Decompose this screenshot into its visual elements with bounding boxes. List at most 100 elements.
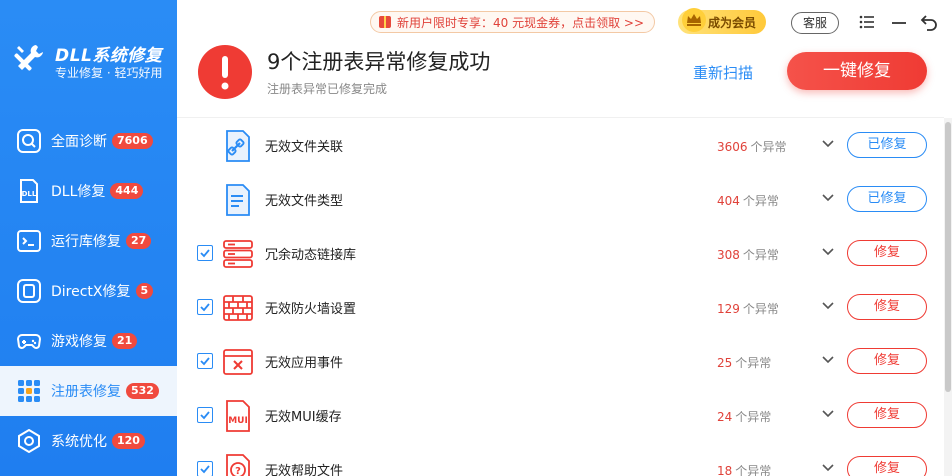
- list-scrollbar[interactable]: [944, 118, 952, 476]
- item-checkbox[interactable]: [197, 299, 213, 315]
- sidebar-item-full-diagnosis[interactable]: 全面诊断 7606: [0, 116, 177, 166]
- sidebar-item-system-optimize[interactable]: 系统优化 120: [0, 416, 177, 466]
- optimize-icon: [17, 429, 41, 453]
- count-badge: 5: [135, 283, 154, 299]
- count-unit: 个异常: [742, 248, 779, 262]
- sidebar-item-game-repair[interactable]: 游戏修复 21: [0, 316, 177, 366]
- app-slogan: 专业修复 · 轻巧好用: [55, 66, 163, 80]
- result-header: 9个注册表异常修复成功 注册表异常已修复完成 重新扫描 一键修复: [177, 44, 952, 116]
- sidebar-item-label: 系统优化: [51, 434, 107, 450]
- menu-icon[interactable]: [858, 13, 876, 31]
- brand: DLL系统修复 专业修复 · 轻巧好用: [12, 40, 177, 84]
- item-checkbox[interactable]: [197, 353, 213, 369]
- fixed-status-button[interactable]: 已修复: [847, 186, 927, 212]
- app-error-window-icon: [223, 349, 253, 375]
- count-value: 404: [717, 194, 740, 208]
- app-title: DLL系统修复: [55, 46, 163, 66]
- count-unit: 个异常: [742, 194, 779, 208]
- list-item: 无效防火墙设置 129 个异常 修复: [177, 280, 944, 334]
- one-click-fix-button[interactable]: 一键修复: [787, 52, 927, 90]
- issue-count: 25 个异常: [717, 354, 771, 371]
- chevron-down-icon[interactable]: [820, 136, 836, 152]
- minimize-icon[interactable]: [890, 13, 908, 31]
- vip-label: 成为会员: [708, 15, 757, 30]
- count-badge: 532: [126, 383, 159, 399]
- fix-button[interactable]: 修复: [847, 240, 927, 266]
- issue-list: 无效文件关联 3606 个异常 已修复 无效文件类型 404 个异常 已修复 冗余动…: [177, 117, 944, 476]
- scrollbar-thumb[interactable]: [945, 122, 951, 392]
- search-scan-icon: [17, 129, 41, 153]
- gamepad-icon: [17, 329, 41, 353]
- sidebar-nav: 全面诊断 7606 DLL DLL修复 444 运行库修复 27 DirectX…: [0, 116, 177, 466]
- sidebar-item-registry-repair[interactable]: 注册表修复 532: [0, 366, 177, 416]
- count-unit: 个异常: [735, 356, 772, 370]
- count-value: 25: [717, 356, 733, 370]
- runtime-icon: [17, 229, 41, 253]
- directx-icon: [17, 279, 41, 303]
- chevron-down-icon[interactable]: [820, 190, 836, 206]
- item-checkbox[interactable]: [197, 461, 213, 476]
- sidebar-item-runtime-repair[interactable]: 运行库修复 27: [0, 216, 177, 266]
- sidebar-item-label: 游戏修复: [51, 334, 107, 350]
- issue-count: 3606 个异常: [717, 138, 787, 155]
- list-item: 无效文件关联 3606 个异常 已修复: [177, 118, 944, 172]
- item-checkbox[interactable]: [197, 245, 213, 261]
- become-vip-button[interactable]: 成为会员: [678, 8, 767, 34]
- sidebar-item-label: 运行库修复: [51, 234, 121, 250]
- issue-count: 129 个异常: [717, 300, 779, 317]
- list-item: ? 无效帮助文件 18 个异常 修复: [177, 442, 944, 476]
- chevron-down-icon[interactable]: [820, 352, 836, 368]
- count-badge: 27: [126, 233, 152, 249]
- fixed-status-button[interactable]: 已修复: [847, 132, 927, 158]
- sidebar-item-label: DLL修复: [51, 184, 106, 200]
- list-item: MUI 无效MUI缓存 24 个异常 修复: [177, 388, 944, 442]
- chevron-down-icon[interactable]: [820, 298, 836, 314]
- firewall-icon: [223, 295, 253, 321]
- file-type-icon: [226, 184, 250, 216]
- page-title: 9个注册表异常修复成功: [267, 50, 491, 74]
- promo-banner[interactable]: 新用户限时专享：40 元现金券，点击领取 >>: [370, 11, 656, 33]
- count-value: 129: [717, 302, 740, 316]
- svg-text:DLL: DLL: [22, 190, 37, 198]
- count-unit: 个异常: [735, 410, 772, 424]
- chevron-down-icon[interactable]: [820, 244, 836, 260]
- fix-button[interactable]: 修复: [847, 348, 927, 374]
- rescan-link[interactable]: 重新扫描: [693, 62, 753, 83]
- sidebar-item-directx-repair[interactable]: DirectX修复 5: [0, 266, 177, 316]
- title-bar: 新用户限时专享：40 元现金券，点击领取 >> 成为会员 客服: [177, 0, 952, 44]
- issue-count: 24 个异常: [717, 408, 771, 425]
- count-unit: 个异常: [750, 140, 787, 154]
- fix-button[interactable]: 修复: [847, 402, 927, 428]
- fix-button[interactable]: 修复: [847, 294, 927, 320]
- file-link-icon: [226, 130, 250, 162]
- count-value: 24: [717, 410, 733, 424]
- count-value: 18: [717, 464, 733, 476]
- help-file-icon: ?: [226, 454, 250, 476]
- list-item: 冗余动态链接库 308 个异常 修复: [177, 226, 944, 280]
- count-value: 3606: [717, 140, 748, 154]
- issue-count: 404 个异常: [717, 192, 779, 209]
- mui-file-icon: MUI: [226, 400, 250, 432]
- customer-service-button[interactable]: 客服: [791, 12, 840, 34]
- sidebar-item-dll-repair[interactable]: DLL DLL修复 444: [0, 166, 177, 216]
- sidebar-item-label: 注册表修复: [51, 384, 121, 400]
- page-subtitle: 注册表异常已修复完成: [267, 82, 388, 96]
- promo-text: 新用户限时专享：40 元现金券，点击领取 >>: [397, 15, 645, 30]
- chevron-down-icon[interactable]: [820, 406, 836, 422]
- issue-count: 18 个异常: [717, 462, 771, 476]
- count-unit: 个异常: [735, 464, 772, 476]
- count-value: 308: [717, 248, 740, 262]
- alert-exclamation-icon: [198, 45, 252, 99]
- count-badge: 21: [112, 333, 138, 349]
- fix-button[interactable]: 修复: [847, 456, 927, 476]
- dll-icon: DLL: [17, 179, 41, 203]
- svg-text:MUI: MUI: [228, 416, 248, 426]
- wrench-screwdriver-icon: [14, 45, 43, 71]
- item-checkbox[interactable]: [197, 407, 213, 423]
- list-item: 无效文件类型 404 个异常 已修复: [177, 172, 944, 226]
- item-label: 冗余动态链接库: [265, 248, 357, 263]
- sidebar-item-label: DirectX修复: [51, 284, 131, 300]
- chevron-down-icon[interactable]: [820, 460, 836, 476]
- back-return-icon[interactable]: [920, 13, 938, 31]
- count-badge: 444: [110, 183, 144, 199]
